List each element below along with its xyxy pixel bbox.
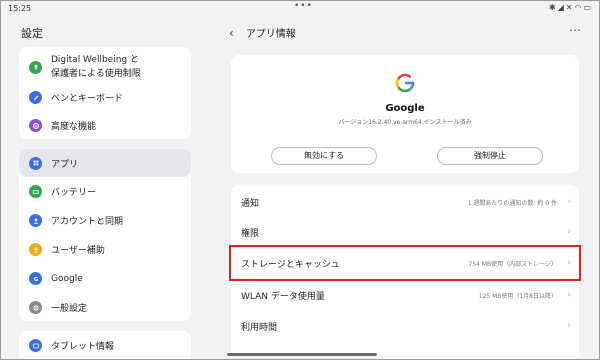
sidebar-item-label: 一般設定 bbox=[51, 304, 88, 314]
sidebar-card: アプリ バッテリー アカウントと同期 ユーザー補助 G Google 一般設定 bbox=[19, 149, 191, 321]
row-label: 権限 bbox=[241, 228, 260, 239]
advanced-features-icon bbox=[29, 119, 42, 132]
highlight-box bbox=[229, 245, 581, 281]
row-label: 利用時間 bbox=[241, 322, 278, 333]
sidebar-item-general-settings[interactable]: 一般設定 bbox=[29, 301, 87, 314]
page-header: ‹ アプリ情報 bbox=[229, 25, 296, 41]
chevron-right-icon: › bbox=[567, 197, 571, 207]
accessibility-icon bbox=[29, 243, 42, 256]
sidebar-item-apps[interactable]: アプリ bbox=[19, 149, 191, 177]
tablet-info-icon bbox=[29, 339, 42, 352]
multitask-dots-icon[interactable]: ••• bbox=[294, 1, 313, 11]
google-icon: G bbox=[29, 272, 42, 285]
row-value: 1 週間あたりの通知の数: 約 0 件 bbox=[467, 199, 557, 207]
location-icon: ◢ bbox=[557, 3, 564, 12]
row-value: 125 MB使用（1月8日以降） bbox=[478, 292, 557, 300]
force-stop-button[interactable]: 強制停止 bbox=[437, 147, 543, 165]
chevron-right-icon: › bbox=[567, 321, 571, 331]
page-title: アプリ情報 bbox=[245, 29, 296, 40]
sidebar-item-advanced[interactable]: 高度な機能 bbox=[29, 119, 96, 132]
sidebar-item-label: Google bbox=[51, 273, 83, 284]
app-version: バージョン16.2.40.ve.arm64 インストール済み bbox=[338, 119, 472, 126]
sidebar-item-digital-wellbeing[interactable]: Digital Wellbeing と 保護者による使用制限 bbox=[29, 53, 141, 81]
chevron-right-icon: › bbox=[567, 290, 571, 300]
status-time: 15:25 bbox=[8, 4, 32, 13]
google-logo-icon bbox=[395, 73, 415, 93]
sidebar-card: Digital Wellbeing と 保護者による使用制限 ペンとキーボード … bbox=[19, 47, 191, 139]
row-permissions[interactable]: 権限 › bbox=[231, 217, 579, 247]
silent-icon: ✕ bbox=[565, 3, 573, 12]
account-icon bbox=[29, 214, 42, 227]
general-settings-icon bbox=[29, 301, 42, 314]
screen: 15:25 ••• ✱ ◢ ✕ ◠ ▭ 設定 Digital Wellbeing… bbox=[0, 0, 600, 360]
status-icons: ✱ ◢ ✕ ◠ ▭ bbox=[549, 3, 591, 12]
sidebar-item-label: ユーザー補助 bbox=[51, 246, 105, 256]
row-wlan-data-usage[interactable]: WLAN データ使用量 125 MB使用（1月8日以降） › bbox=[231, 280, 579, 310]
sidebar-item-label: アプリ bbox=[51, 159, 79, 170]
row-label: WLAN データ使用量 bbox=[241, 291, 325, 302]
sidebar-item-accessibility[interactable]: ユーザー補助 bbox=[29, 243, 105, 256]
battery-status-icon: ▭ bbox=[583, 3, 591, 12]
row-usage-time[interactable]: 利用時間 › bbox=[231, 311, 579, 341]
sidebar-item-battery[interactable]: バッテリー bbox=[29, 185, 96, 198]
back-icon[interactable]: ‹ bbox=[229, 26, 234, 40]
sidebar-item-accounts-sync[interactable]: アカウントと同期 bbox=[29, 214, 123, 227]
sidebar-item-label: 高度な機能 bbox=[51, 122, 97, 132]
more-options-icon[interactable]: ⋯ bbox=[569, 23, 582, 37]
pen-icon bbox=[29, 91, 42, 104]
wifi-icon: ◠ bbox=[574, 3, 582, 12]
wellbeing-icon bbox=[29, 60, 42, 74]
app-name: Google bbox=[385, 103, 425, 114]
disable-button[interactable]: 無効にする bbox=[271, 147, 377, 165]
sidebar-title: 設定 bbox=[21, 27, 43, 40]
battery-icon bbox=[29, 185, 42, 198]
sidebar-item-tablet-info[interactable]: タブレット情報 bbox=[29, 339, 114, 352]
home-indicator[interactable] bbox=[227, 353, 377, 356]
bluetooth-icon: ✱ bbox=[548, 3, 556, 12]
row-label: 通知 bbox=[241, 198, 260, 209]
sidebar-item-label: タブレット情報 bbox=[51, 342, 115, 352]
app-info-card: Google バージョン16.2.40.ve.arm64 インストール済み 無効… bbox=[231, 55, 579, 173]
sidebar-item-google[interactable]: G Google bbox=[29, 272, 83, 285]
sidebar-item-label: アカウントと同期 bbox=[51, 217, 124, 227]
status-bar: 15:25 ••• ✱ ◢ ✕ ◠ ▭ bbox=[1, 1, 599, 17]
apps-icon bbox=[29, 156, 42, 170]
svg-text:G: G bbox=[33, 277, 38, 283]
sidebar-card: タブレット情報 bbox=[19, 331, 191, 359]
sidebar-item-label: バッテリー bbox=[51, 188, 97, 198]
chevron-right-icon: › bbox=[567, 227, 571, 237]
sidebar-item-pen-keyboard[interactable]: ペンとキーボード bbox=[29, 91, 123, 104]
sidebar-item-label: Digital Wellbeing と 保護者による使用制限 bbox=[51, 55, 141, 79]
sidebar-item-label: ペンとキーボード bbox=[51, 94, 124, 104]
row-notifications[interactable]: 通知 1 週間あたりの通知の数: 約 0 件 › bbox=[231, 187, 579, 217]
